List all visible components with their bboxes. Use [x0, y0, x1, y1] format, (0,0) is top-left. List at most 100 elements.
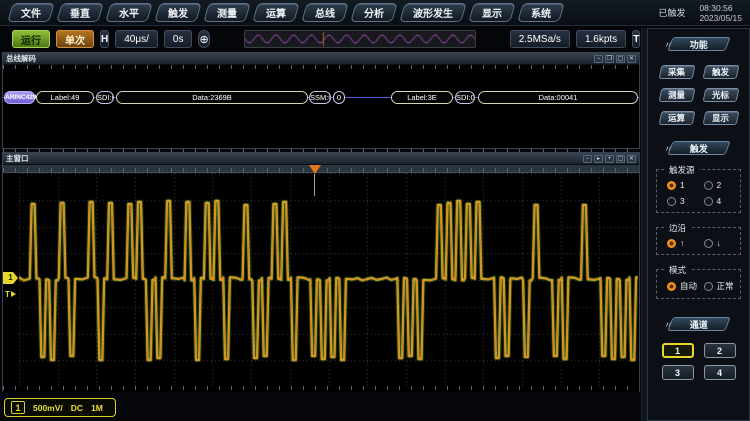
clock: 08:30:56 2023/05/15 [699, 3, 742, 23]
menu-item-label: 系统 [531, 5, 551, 20]
math-button[interactable]: 运算 [658, 111, 695, 125]
waveform-canvas[interactable] [19, 173, 638, 387]
horizontal-button[interactable]: H [100, 30, 109, 48]
menu-item-label: 触发 [168, 5, 188, 20]
sample-rate-button[interactable]: 2.5MSa/s [510, 30, 570, 48]
menu-item-bus[interactable]: 总线 [301, 3, 348, 22]
rising-edge-icon: ↑ [680, 238, 684, 248]
menu-item-vertical[interactable]: 垂直 [56, 3, 103, 22]
menu-item-label: 波形发生 [413, 5, 453, 20]
menu-item-file[interactable]: 文件 [7, 3, 54, 22]
main-maximize-button[interactable]: ▢ [616, 155, 625, 163]
main-zoom-in-button[interactable]: + [605, 155, 614, 163]
menu-item-trigger[interactable]: 触发 [154, 3, 201, 22]
menu-item-system[interactable]: 系统 [517, 3, 564, 22]
channel-info-badge[interactable]: 1 500mV/ DC 1M [4, 398, 116, 417]
radio-source-1[interactable]: 1 [667, 180, 704, 190]
channel-coupling: DC [71, 403, 83, 413]
channel-1-offset-marker[interactable]: 1 [3, 272, 18, 284]
plus-icon: + [608, 156, 612, 162]
main-close-button[interactable]: ✕ [627, 155, 636, 163]
radio-mode-auto[interactable]: 自动 [667, 280, 704, 292]
menu-item-measure[interactable]: 测量 [203, 3, 250, 22]
channel-impedance: 1M [91, 403, 103, 413]
channel-header-plate: 通道 [667, 317, 731, 331]
sidebar: 〃 功能 采集 触发 测量 光标 运算 显示 〃 触发 触发源 1 2 3 4 … [647, 28, 750, 421]
decode-field-ssm-value-1: 0 [333, 91, 345, 104]
arrow-right-icon [11, 291, 16, 297]
menu-item-label: 水平 [119, 5, 139, 20]
measure-button[interactable]: 测量 [658, 88, 695, 102]
channel-3-button[interactable]: 3 [662, 365, 694, 380]
maximize-icon: ▢ [618, 56, 624, 62]
radio-mode-normal[interactable]: 正常 [704, 280, 741, 292]
channel-2-button[interactable]: 2 [704, 343, 736, 358]
menu-item-display[interactable]: 显示 [468, 3, 515, 22]
menu-item-label: 运算 [266, 5, 286, 20]
trigger-t-button[interactable]: T [632, 30, 640, 48]
edge-options: ↑ ↓ [667, 238, 740, 248]
source-3-label: 3 [680, 196, 685, 206]
main-minimize-button[interactable]: − [583, 155, 592, 163]
radio-selected-icon [667, 239, 676, 248]
acquire-button[interactable]: 采集 [658, 65, 695, 79]
protocol-badge: ARINC429 [4, 91, 35, 104]
cursor-label: 光标 [712, 89, 729, 101]
trigger-position-marker[interactable] [309, 165, 321, 174]
trigger-header-label: 触发 [689, 142, 707, 155]
decode-restore-button[interactable]: ❐ [605, 55, 614, 63]
bottom-bar: 1 500mV/ DC 1M [0, 393, 640, 421]
expand-icon: ▸ [597, 156, 600, 162]
menu-item-analysis[interactable]: 分析 [350, 3, 397, 22]
bus-decode-panel: 总线解码 − ❐ ▢ ✕ ARINC429 Label:49 SDI:0 Dat… [2, 52, 640, 149]
radio-source-3[interactable]: 3 [667, 196, 704, 206]
decode-field-sdi-2: SDI:0 [455, 91, 475, 104]
auto-mode-label: 自动 [680, 280, 697, 292]
channel-1-button[interactable]: 1 [662, 343, 694, 358]
trigger-button[interactable]: 触发 [702, 65, 739, 79]
radio-edge-rising[interactable]: ↑ [667, 238, 704, 248]
radio-edge-falling[interactable]: ↓ [704, 238, 741, 248]
cursor-button[interactable]: 光标 [702, 88, 739, 102]
single-button[interactable]: 单次 [56, 30, 94, 48]
horizontal-position-ruler[interactable] [3, 165, 639, 173]
decode-field-sdi-1: SDI:0 [96, 91, 114, 104]
display-button[interactable]: 显示 [702, 111, 739, 125]
channel-button-grid: 1 2 3 4 [648, 343, 749, 380]
main-window-controls: − ▸ + ▢ ✕ [583, 155, 636, 163]
trigger-level-marker[interactable]: T [5, 290, 16, 299]
radio-source-2[interactable]: 2 [704, 180, 741, 190]
decode-titlebar[interactable]: 总线解码 − ❐ ▢ ✕ [3, 53, 639, 65]
menu-item-label: 显示 [482, 5, 502, 20]
decode-minimize-button[interactable]: − [594, 55, 603, 63]
offset-button[interactable]: 0s [164, 30, 193, 48]
menu-item-wavegen[interactable]: 波形发生 [399, 3, 466, 22]
decode-close-button[interactable]: ✕ [627, 55, 636, 63]
measure-label: 测量 [668, 89, 685, 101]
function-section-header: 〃 功能 [648, 37, 749, 51]
trigger-edge-group: 边沿 ↑ ↓ [656, 227, 741, 255]
main-titlebar[interactable]: 主窗口 − ▸ + ▢ ✕ [3, 153, 639, 165]
run-button[interactable]: 运行 [12, 30, 50, 48]
channel-4-button[interactable]: 4 [704, 365, 736, 380]
source-1-label: 1 [680, 180, 685, 190]
main-expand-button[interactable]: ▸ [594, 155, 603, 163]
trigger-section-header: 〃 触发 [648, 141, 749, 155]
menu-item-label: 垂直 [70, 5, 90, 20]
decode-maximize-button[interactable]: ▢ [616, 55, 625, 63]
function-button-grid: 采集 触发 测量 光标 运算 显示 [648, 65, 749, 125]
radio-source-4[interactable]: 4 [704, 196, 741, 206]
minimize-icon: − [586, 156, 590, 162]
function-header-label: 功能 [689, 38, 707, 51]
waveform-display[interactable]: 1 T [3, 173, 639, 392]
clock-date: 2023/05/15 [699, 13, 742, 23]
trigger-source-label: 触发源 [665, 164, 699, 176]
menu-item-horizontal[interactable]: 水平 [105, 3, 152, 22]
menu-item-math[interactable]: 运算 [252, 3, 299, 22]
memory-depth-button[interactable]: 1.6kpts [576, 30, 626, 48]
timebase-preview[interactable] [244, 30, 476, 48]
timebase-button[interactable]: 40μs/ [115, 30, 158, 48]
decode-field-label-2: Label:3E [391, 91, 453, 104]
zoom-button[interactable]: ⊕ [198, 30, 209, 48]
falling-edge-icon: ↓ [717, 238, 721, 248]
